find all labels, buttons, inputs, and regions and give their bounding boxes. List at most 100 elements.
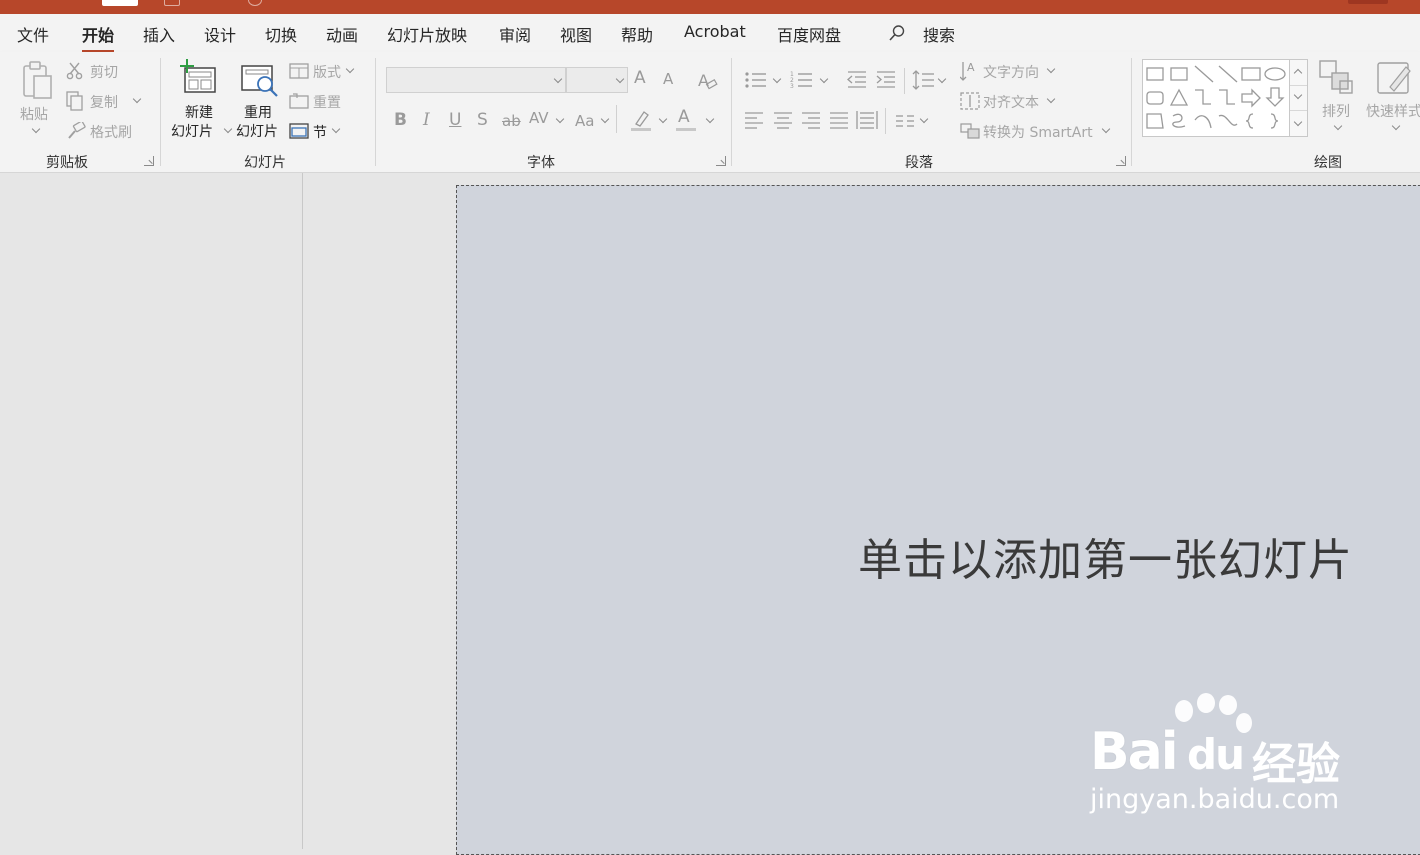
justify-icon[interactable] — [829, 110, 849, 130]
align-text-button[interactable]: 对齐文本 — [960, 90, 1070, 114]
smartart-icon — [960, 123, 980, 139]
paintbrush-icon — [68, 122, 86, 139]
format-painter-label: 格式刷 — [90, 125, 132, 141]
reuse-slides-button[interactable]: 重用 幻灯片 — [235, 56, 285, 140]
drawing-group-label: 绘图 — [1314, 155, 1342, 171]
cut-button[interactable]: 剪切 — [66, 60, 146, 84]
bullets-icon[interactable] — [744, 70, 768, 90]
underline-button[interactable]: U — [449, 110, 461, 130]
font-size-combo[interactable] — [566, 67, 628, 93]
quick-styles-button[interactable]: 快速样式 — [1364, 59, 1420, 139]
reset-label: 重置 — [313, 95, 341, 111]
slides-group-label: 幻灯片 — [244, 155, 286, 171]
window-controls-icon[interactable] — [1348, 0, 1388, 4]
change-case-button[interactable]: Aa — [575, 112, 594, 130]
save-icon[interactable] — [102, 0, 138, 6]
divider — [904, 68, 905, 94]
chevron-down-icon — [919, 114, 929, 124]
cut-label: 剪切 — [90, 65, 118, 81]
grow-font-button[interactable]: A — [634, 68, 646, 88]
dialog-launcher-icon[interactable] — [144, 156, 154, 166]
dialog-launcher-icon[interactable] — [716, 156, 726, 166]
clipboard-icon — [23, 61, 52, 99]
paragraph-group: 1 2 3 A 文字方向 对齐文本 转换为 SmartArt 段落 — [732, 52, 1132, 172]
align-text-label: 对齐文本 — [983, 95, 1039, 111]
align-center-icon[interactable] — [773, 110, 793, 130]
svg-text:3: 3 — [790, 83, 794, 90]
align-left-icon[interactable] — [744, 110, 764, 130]
font-color-button[interactable]: A — [678, 107, 690, 127]
align-text-icon — [960, 92, 980, 110]
tab-transitions[interactable]: 切换 — [265, 22, 297, 46]
elbow-connector-icon — [1195, 89, 1211, 105]
scribble-shape-icon — [1172, 113, 1186, 128]
distributed-icon[interactable] — [856, 109, 878, 131]
copy-button[interactable]: 复制 — [66, 90, 146, 114]
align-right-icon[interactable] — [801, 110, 821, 130]
section-button[interactable]: 节 — [289, 120, 369, 144]
section-icon — [289, 123, 309, 139]
tab-file[interactable]: 文件 — [17, 22, 49, 46]
chevron-down-icon — [819, 74, 829, 84]
clear-formatting-icon[interactable]: A — [696, 70, 718, 92]
dialog-launcher-icon[interactable] — [1116, 156, 1126, 166]
layout-button[interactable]: 版式 — [289, 60, 369, 84]
tab-insert[interactable]: 插入 — [143, 22, 175, 46]
tab-design[interactable]: 设计 — [204, 22, 236, 46]
tab-acrobat[interactable]: Acrobat — [684, 22, 746, 41]
quick-styles-icon — [1377, 62, 1411, 94]
line-shape-icon — [1194, 65, 1214, 83]
gallery-down-button[interactable] — [1290, 85, 1307, 111]
gallery-more-button[interactable] — [1290, 110, 1307, 135]
reset-button[interactable]: 重置 — [289, 90, 369, 114]
tab-review[interactable]: 审阅 — [499, 22, 531, 46]
presentation-icon[interactable] — [164, 0, 180, 6]
ribbon-tabs: 文件 开始 插入 设计 切换 动画 幻灯片放映 审阅 视图 帮助 Acrobat… — [0, 14, 1420, 53]
gallery-scroll[interactable] — [1289, 59, 1308, 137]
strikethrough-button[interactable]: ab — [502, 112, 521, 130]
character-spacing-button[interactable]: AV — [529, 109, 549, 127]
highlighter-icon[interactable] — [630, 108, 654, 132]
italic-button[interactable]: I — [423, 110, 430, 130]
text-direction-button[interactable]: A 文字方向 — [960, 60, 1070, 84]
chevron-up-icon — [1293, 68, 1303, 78]
arrange-button[interactable]: 排列 — [1312, 59, 1362, 139]
format-painter-button[interactable]: 格式刷 — [66, 120, 146, 144]
text-shadow-button[interactable]: S — [477, 110, 488, 130]
shapes-gallery[interactable] — [1142, 59, 1292, 137]
decrease-indent-icon[interactable] — [846, 70, 868, 90]
text-box-shape-icon — [1146, 67, 1164, 81]
gallery-up-button[interactable] — [1290, 60, 1307, 86]
paste-button[interactable]: 粘贴 — [14, 56, 58, 138]
tab-help[interactable]: 帮助 — [621, 22, 653, 46]
chevron-down-icon — [1391, 121, 1401, 131]
clipboard-group: 粘贴 剪切 复制 格式刷 剪贴板 — [0, 52, 160, 172]
slide-title-placeholder[interactable]: 单击以添加第一张幻灯片 — [858, 524, 1353, 588]
shrink-font-button[interactable]: A — [663, 70, 673, 88]
numbering-icon[interactable]: 1 2 3 — [790, 70, 814, 90]
tab-animations[interactable]: 动画 — [326, 22, 358, 46]
redo-icon[interactable] — [248, 0, 262, 6]
font-group: A A A B I U S ab AV Aa A 字体 — [376, 52, 730, 172]
rectangle-shape-icon — [1241, 67, 1261, 81]
tab-baidu-netdisk[interactable]: 百度网盘 — [777, 22, 841, 46]
slide-thumbnail-panel[interactable] — [0, 173, 303, 849]
reset-icon — [289, 93, 309, 109]
tab-home[interactable]: 开始 — [82, 22, 115, 53]
font-name-combo[interactable] — [386, 67, 566, 93]
increase-indent-icon[interactable] — [875, 70, 897, 90]
tab-slideshow[interactable]: 幻灯片放映 — [387, 22, 467, 46]
chevron-down-icon — [937, 74, 947, 84]
divider — [616, 105, 617, 133]
oval-shape-icon — [1264, 67, 1286, 81]
chevron-down-icon — [1293, 90, 1303, 100]
paste-label: 粘贴 — [20, 107, 48, 123]
convert-smartart-button[interactable]: 转换为 SmartArt — [960, 120, 1120, 144]
search-box[interactable]: 搜索 — [923, 22, 955, 46]
columns-icon[interactable] — [895, 114, 915, 128]
search-icon[interactable] — [888, 24, 906, 42]
bold-button[interactable]: B — [394, 110, 407, 130]
line-spacing-icon[interactable] — [912, 69, 936, 91]
new-slide-button[interactable]: 新建 幻灯片 — [169, 56, 233, 140]
tab-view[interactable]: 视图 — [560, 22, 592, 46]
